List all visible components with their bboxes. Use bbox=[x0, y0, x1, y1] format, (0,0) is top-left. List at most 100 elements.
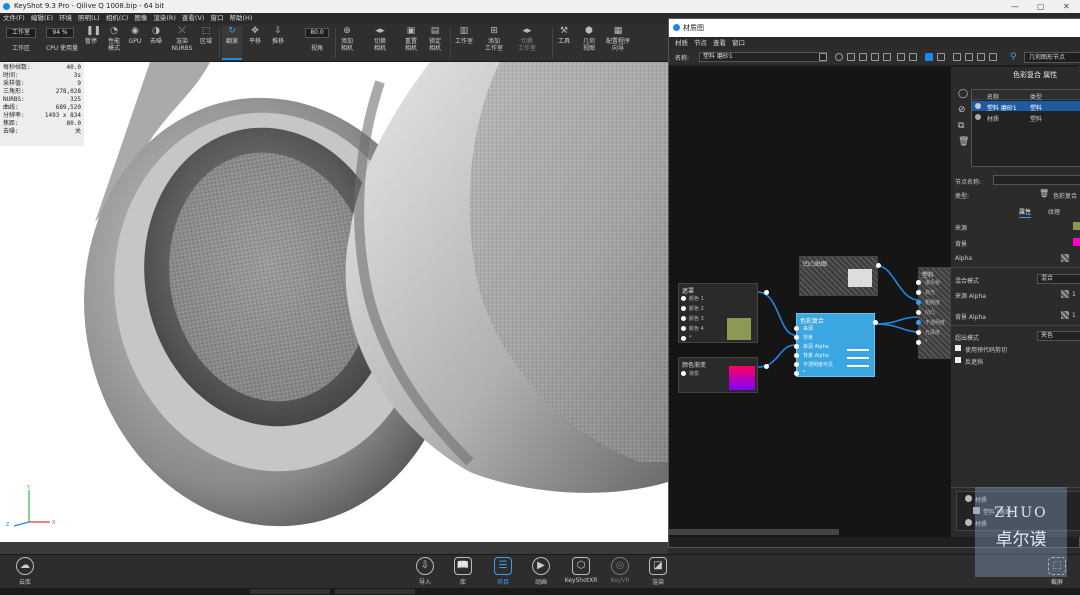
port[interactable] bbox=[681, 336, 686, 341]
add-camera-button[interactable]: ⊕ 添加 相机 bbox=[337, 26, 357, 52]
align-icon[interactable] bbox=[871, 53, 879, 61]
color-composite-node[interactable]: 色彩复合 来源 背景 来源 Alpha 背景 Alpha 不透明度可见 * bbox=[794, 313, 878, 377]
delete-icon[interactable] bbox=[909, 53, 917, 61]
clip-mode-select[interactable]: 夹色 bbox=[1037, 331, 1080, 341]
animation-button[interactable]: ▶ 动画 bbox=[526, 557, 556, 586]
taskbar-item[interactable] bbox=[335, 589, 415, 594]
cloud-library-button[interactable]: ☁ 云库 bbox=[10, 557, 40, 586]
trash-icon[interactable]: 🗑 bbox=[958, 137, 969, 147]
port[interactable] bbox=[916, 300, 921, 305]
blend-mode-select[interactable]: 混合 bbox=[1037, 274, 1080, 284]
node-graph-canvas[interactable]: 遮罩 颜色 1 颜色 2 颜色 3 颜色 4 * 颜色渐变 渐变 色彩复合 来源… bbox=[669, 67, 951, 537]
trash-icon[interactable]: 🗑 bbox=[1039, 189, 1049, 198]
project-button[interactable]: ☰ 项目 bbox=[488, 557, 518, 586]
menu-window[interactable]: 窗口 bbox=[729, 39, 748, 47]
plastic-output-node[interactable]: 塑料 漫反射 高光 粗糙度 凹凸 不透明度 光泽度 * bbox=[916, 267, 951, 359]
import-button[interactable]: ⇩ 导入 bbox=[410, 557, 440, 586]
geometry-view-button[interactable]: ⬢ 几何 视图 bbox=[578, 26, 600, 52]
menu-image[interactable]: 图像 bbox=[131, 13, 150, 24]
menu-camera[interactable]: 相机(C) bbox=[103, 13, 132, 24]
workspace-select[interactable]: 工作室 bbox=[6, 28, 36, 38]
gradient-node[interactable]: 颜色渐变 渐变 bbox=[678, 357, 769, 393]
mask-node[interactable]: 遮罩 颜色 1 颜色 2 颜色 3 颜色 4 * bbox=[678, 283, 769, 343]
menu-view[interactable]: 查看 bbox=[710, 39, 729, 47]
output-port[interactable] bbox=[764, 290, 769, 295]
output-port[interactable] bbox=[876, 263, 881, 268]
library-button[interactable]: 📖 库 bbox=[448, 557, 478, 586]
zoom-icon[interactable] bbox=[965, 53, 973, 61]
port[interactable] bbox=[794, 362, 799, 367]
alpha-texture-icon[interactable] bbox=[1061, 254, 1069, 262]
render-nurbs-button[interactable]: ⤫ 渲染 NURBS bbox=[170, 26, 194, 52]
layout-icon[interactable] bbox=[847, 53, 855, 61]
keyvr-button[interactable]: ◎ KeyVR bbox=[605, 557, 635, 584]
port[interactable] bbox=[916, 320, 921, 325]
switch-camera-button[interactable]: ◂▸ 切换 相机 bbox=[368, 26, 392, 52]
tab-properties[interactable]: 属性 bbox=[1019, 207, 1032, 218]
menu-render[interactable]: 渲染(R) bbox=[150, 13, 179, 24]
port[interactable] bbox=[681, 371, 686, 376]
material-name-input[interactable]: 塑料 磨砂1 bbox=[699, 52, 827, 62]
menu-node[interactable]: 节点 bbox=[691, 39, 710, 47]
duplicate-icon[interactable]: ⧉ bbox=[958, 121, 964, 131]
field-of-view-input[interactable]: 80.0 bbox=[305, 28, 329, 38]
add-studio-button[interactable]: ⊞ 添加 工作室 bbox=[480, 26, 508, 52]
reset-camera-button[interactable]: ▣ 重置 相机 bbox=[400, 26, 422, 52]
keyshotxr-button[interactable]: ⬡ KeyShotXR bbox=[563, 557, 599, 584]
fit-icon[interactable] bbox=[953, 53, 961, 61]
source-alpha-texture-icon[interactable] bbox=[1061, 290, 1069, 298]
pan-button[interactable]: ✥ 平移 bbox=[246, 26, 264, 45]
port[interactable] bbox=[681, 326, 686, 331]
menu-help[interactable]: 帮助(H) bbox=[226, 13, 255, 24]
denoise-button[interactable]: ◑ 去噪 bbox=[147, 26, 165, 45]
link-icon[interactable]: ⊘ bbox=[958, 105, 966, 115]
distribute-icon[interactable] bbox=[883, 53, 891, 61]
canvas-scrollbar[interactable] bbox=[669, 529, 839, 535]
maximize-button[interactable]: ▢ bbox=[1037, 0, 1045, 13]
pause-button[interactable]: ❚❚ 暂停 bbox=[82, 26, 101, 45]
tools-button[interactable]: ⚒ 工具 bbox=[555, 26, 573, 45]
node-add-icon[interactable] bbox=[937, 53, 945, 61]
grid-icon[interactable] bbox=[859, 53, 867, 61]
port[interactable] bbox=[794, 335, 799, 340]
port[interactable] bbox=[681, 296, 686, 301]
menu-environment[interactable]: 环境 bbox=[56, 13, 75, 24]
copy-icon[interactable] bbox=[897, 53, 905, 61]
frame-icon[interactable] bbox=[977, 53, 985, 61]
menu-view[interactable]: 查看(V) bbox=[179, 13, 208, 24]
port[interactable] bbox=[916, 310, 921, 315]
port[interactable] bbox=[794, 353, 799, 358]
background-swatch[interactable] bbox=[1073, 238, 1080, 246]
port[interactable] bbox=[681, 316, 686, 321]
minimize-button[interactable]: — bbox=[1011, 0, 1019, 13]
menu-edit[interactable]: 编辑(E) bbox=[28, 13, 56, 24]
close-button[interactable]: ✕ bbox=[1063, 0, 1070, 13]
configurator-wizard-button[interactable]: ▦ 配置程序 向导 bbox=[602, 26, 634, 52]
menu-material[interactable]: 材质 bbox=[672, 39, 691, 47]
lock-camera-button[interactable]: ▤ 锁定 相机 bbox=[424, 26, 446, 52]
alpha-clip-checkbox[interactable] bbox=[955, 345, 961, 351]
taskbar-item[interactable] bbox=[250, 589, 330, 594]
background-alpha-value[interactable]: 1 bbox=[1072, 312, 1076, 319]
studio-button[interactable]: ▥ 工作室 bbox=[452, 26, 476, 45]
port[interactable] bbox=[794, 344, 799, 349]
link-icon[interactable] bbox=[989, 53, 997, 61]
output-port[interactable] bbox=[764, 364, 769, 369]
menu-lighting[interactable]: 照明(L) bbox=[75, 13, 103, 24]
sphere-icon[interactable] bbox=[835, 53, 843, 61]
background-alpha-texture-icon[interactable] bbox=[1061, 311, 1069, 319]
port[interactable] bbox=[916, 330, 921, 335]
output-port[interactable] bbox=[873, 320, 878, 325]
menu-window[interactable]: 窗口 bbox=[207, 13, 226, 24]
region-button[interactable]: ⬚ 区域 bbox=[197, 26, 215, 45]
dolly-button[interactable]: ⇩ 推移 bbox=[268, 26, 288, 45]
invert-checkbox[interactable] bbox=[955, 357, 961, 363]
save-icon[interactable] bbox=[819, 53, 827, 61]
sphere-icon[interactable]: ◯ bbox=[958, 89, 968, 99]
source-swatch[interactable] bbox=[1073, 222, 1080, 230]
port[interactable] bbox=[916, 280, 921, 285]
geometry-node-button[interactable]: 几何图形节点 bbox=[1024, 52, 1080, 63]
tab-texture[interactable]: 纹理 bbox=[1048, 207, 1060, 216]
switch-studio-button[interactable]: ◂▸ 切换 工作室 bbox=[512, 26, 542, 52]
port[interactable] bbox=[794, 326, 799, 331]
